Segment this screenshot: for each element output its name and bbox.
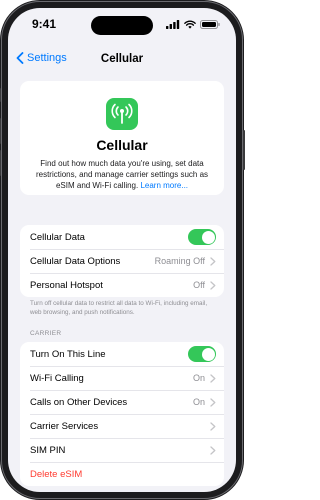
cellular-data-toggle[interactable] — [188, 229, 216, 245]
row-label: Personal Hotspot — [30, 279, 103, 291]
row-value: On — [192, 373, 205, 383]
chevron-right-icon — [210, 373, 216, 383]
cellular-data-footnote: Turn off cellular data to restrict all d… — [30, 300, 208, 316]
row-value: On — [192, 397, 205, 407]
carrier-services-row[interactable]: Carrier Services — [20, 414, 224, 438]
row-label: Cellular Data Options — [30, 255, 121, 267]
action-button — [0, 88, 1, 102]
status-icons — [166, 19, 220, 29]
learn-more-link[interactable]: Learn more... — [140, 181, 188, 190]
battery-icon — [200, 19, 220, 29]
row-value: Roaming Off — [154, 256, 205, 266]
chevron-right-icon — [210, 397, 216, 407]
status-time: 9:41 — [32, 17, 57, 31]
volume-down-button — [0, 150, 1, 176]
row-label: Turn On This Line — [30, 348, 106, 360]
cellular-info-card: Cellular Find out how much data you're u… — [20, 81, 224, 195]
signal-icon — [166, 19, 180, 29]
cellular-data-row: Cellular Data — [20, 225, 224, 249]
row-value: Off — [193, 280, 205, 290]
wifi-icon — [184, 20, 196, 29]
chevron-right-icon — [210, 445, 216, 455]
antenna-icon — [106, 98, 138, 130]
turn-on-line-row: Turn On This Line — [20, 342, 224, 366]
row-label: Calls on Other Devices — [30, 396, 128, 408]
screen: 9:41 Settings Cellular Cellular Find out… — [8, 8, 236, 492]
personal-hotspot-row[interactable]: Personal Hotspot Off — [20, 273, 224, 297]
carrier-section-header: CARRIER — [30, 330, 62, 337]
hero-title: Cellular — [96, 137, 148, 153]
page-title: Cellular — [100, 53, 144, 65]
volume-up-button — [0, 118, 1, 144]
wifi-calling-row[interactable]: Wi-Fi Calling On — [20, 366, 224, 390]
row-label: Carrier Services — [30, 420, 99, 432]
delete-esim-button[interactable]: Delete eSIM — [30, 469, 216, 480]
calls-on-other-devices-row[interactable]: Calls on Other Devices On — [20, 390, 224, 414]
hero-description: Find out how much data you're using, set… — [32, 158, 212, 191]
phone-frame: 9:41 Settings Cellular Cellular Find out… — [0, 0, 245, 500]
turn-on-line-toggle[interactable] — [188, 346, 216, 362]
row-label: Wi-Fi Calling — [30, 372, 84, 384]
navigation-bar: Settings Cellular — [8, 44, 236, 74]
chevron-right-icon — [210, 421, 216, 431]
delete-esim-row[interactable]: Delete eSIM — [20, 462, 224, 486]
power-button — [243, 130, 245, 170]
dynamic-island — [91, 16, 153, 35]
row-label: SIM PIN — [30, 444, 66, 456]
cellular-data-group: Cellular Data Cellular Data Options Roam… — [20, 225, 224, 297]
carrier-group: Turn On This Line Wi-Fi Calling On Calls… — [20, 342, 224, 486]
cellular-data-options-row[interactable]: Cellular Data Options Roaming Off — [20, 249, 224, 273]
row-label: Cellular Data — [30, 231, 85, 243]
sim-pin-row[interactable]: SIM PIN — [20, 438, 224, 462]
chevron-right-icon — [210, 280, 216, 290]
chevron-right-icon — [210, 256, 216, 266]
